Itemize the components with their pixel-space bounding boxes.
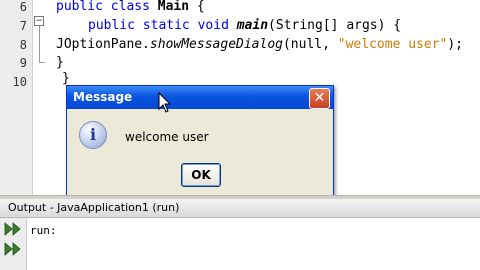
message-dialog: Message ✕ i welcome user OK bbox=[66, 85, 334, 201]
editor-gutter: 6 7 8 9 10 bbox=[0, 0, 33, 195]
line-number: 10 bbox=[12, 75, 27, 89]
output-panel-header[interactable]: Output - JavaApplication1 (run) bbox=[0, 199, 480, 218]
code-line-6[interactable]: public class Main { bbox=[56, 0, 205, 14]
line-number: 6 bbox=[19, 0, 27, 14]
dialog-message: welcome user bbox=[125, 130, 209, 144]
close-button[interactable]: ✕ bbox=[309, 88, 330, 109]
info-icon: i bbox=[79, 121, 107, 149]
output-toolbar bbox=[0, 218, 27, 270]
mouse-cursor-icon bbox=[158, 92, 172, 113]
fold-guide-end bbox=[39, 62, 45, 63]
output-panel-title: Output - JavaApplication1 (run) bbox=[8, 201, 180, 214]
code-line-7[interactable]: public static void main(String[] args) { bbox=[88, 18, 401, 33]
rerun-icon[interactable] bbox=[4, 222, 22, 236]
output-text: run: bbox=[30, 224, 57, 237]
line-number: 7 bbox=[19, 19, 27, 33]
dialog-title: Message bbox=[73, 90, 133, 104]
line-number: 8 bbox=[19, 38, 27, 52]
dialog-titlebar[interactable]: Message ✕ bbox=[67, 86, 333, 109]
code-line-8[interactable]: JOptionPane.showMessageDialog(null, "wel… bbox=[56, 37, 463, 52]
code-line-9[interactable]: } bbox=[56, 55, 64, 70]
fold-toggle-icon[interactable]: − bbox=[34, 16, 44, 26]
fold-guide bbox=[39, 26, 40, 62]
rerun-with-options-icon[interactable] bbox=[4, 242, 22, 256]
close-icon: ✕ bbox=[313, 90, 326, 106]
line-number: 9 bbox=[19, 56, 27, 70]
code-line-10[interactable]: } bbox=[62, 71, 70, 86]
ok-button[interactable]: OK bbox=[181, 163, 221, 187]
